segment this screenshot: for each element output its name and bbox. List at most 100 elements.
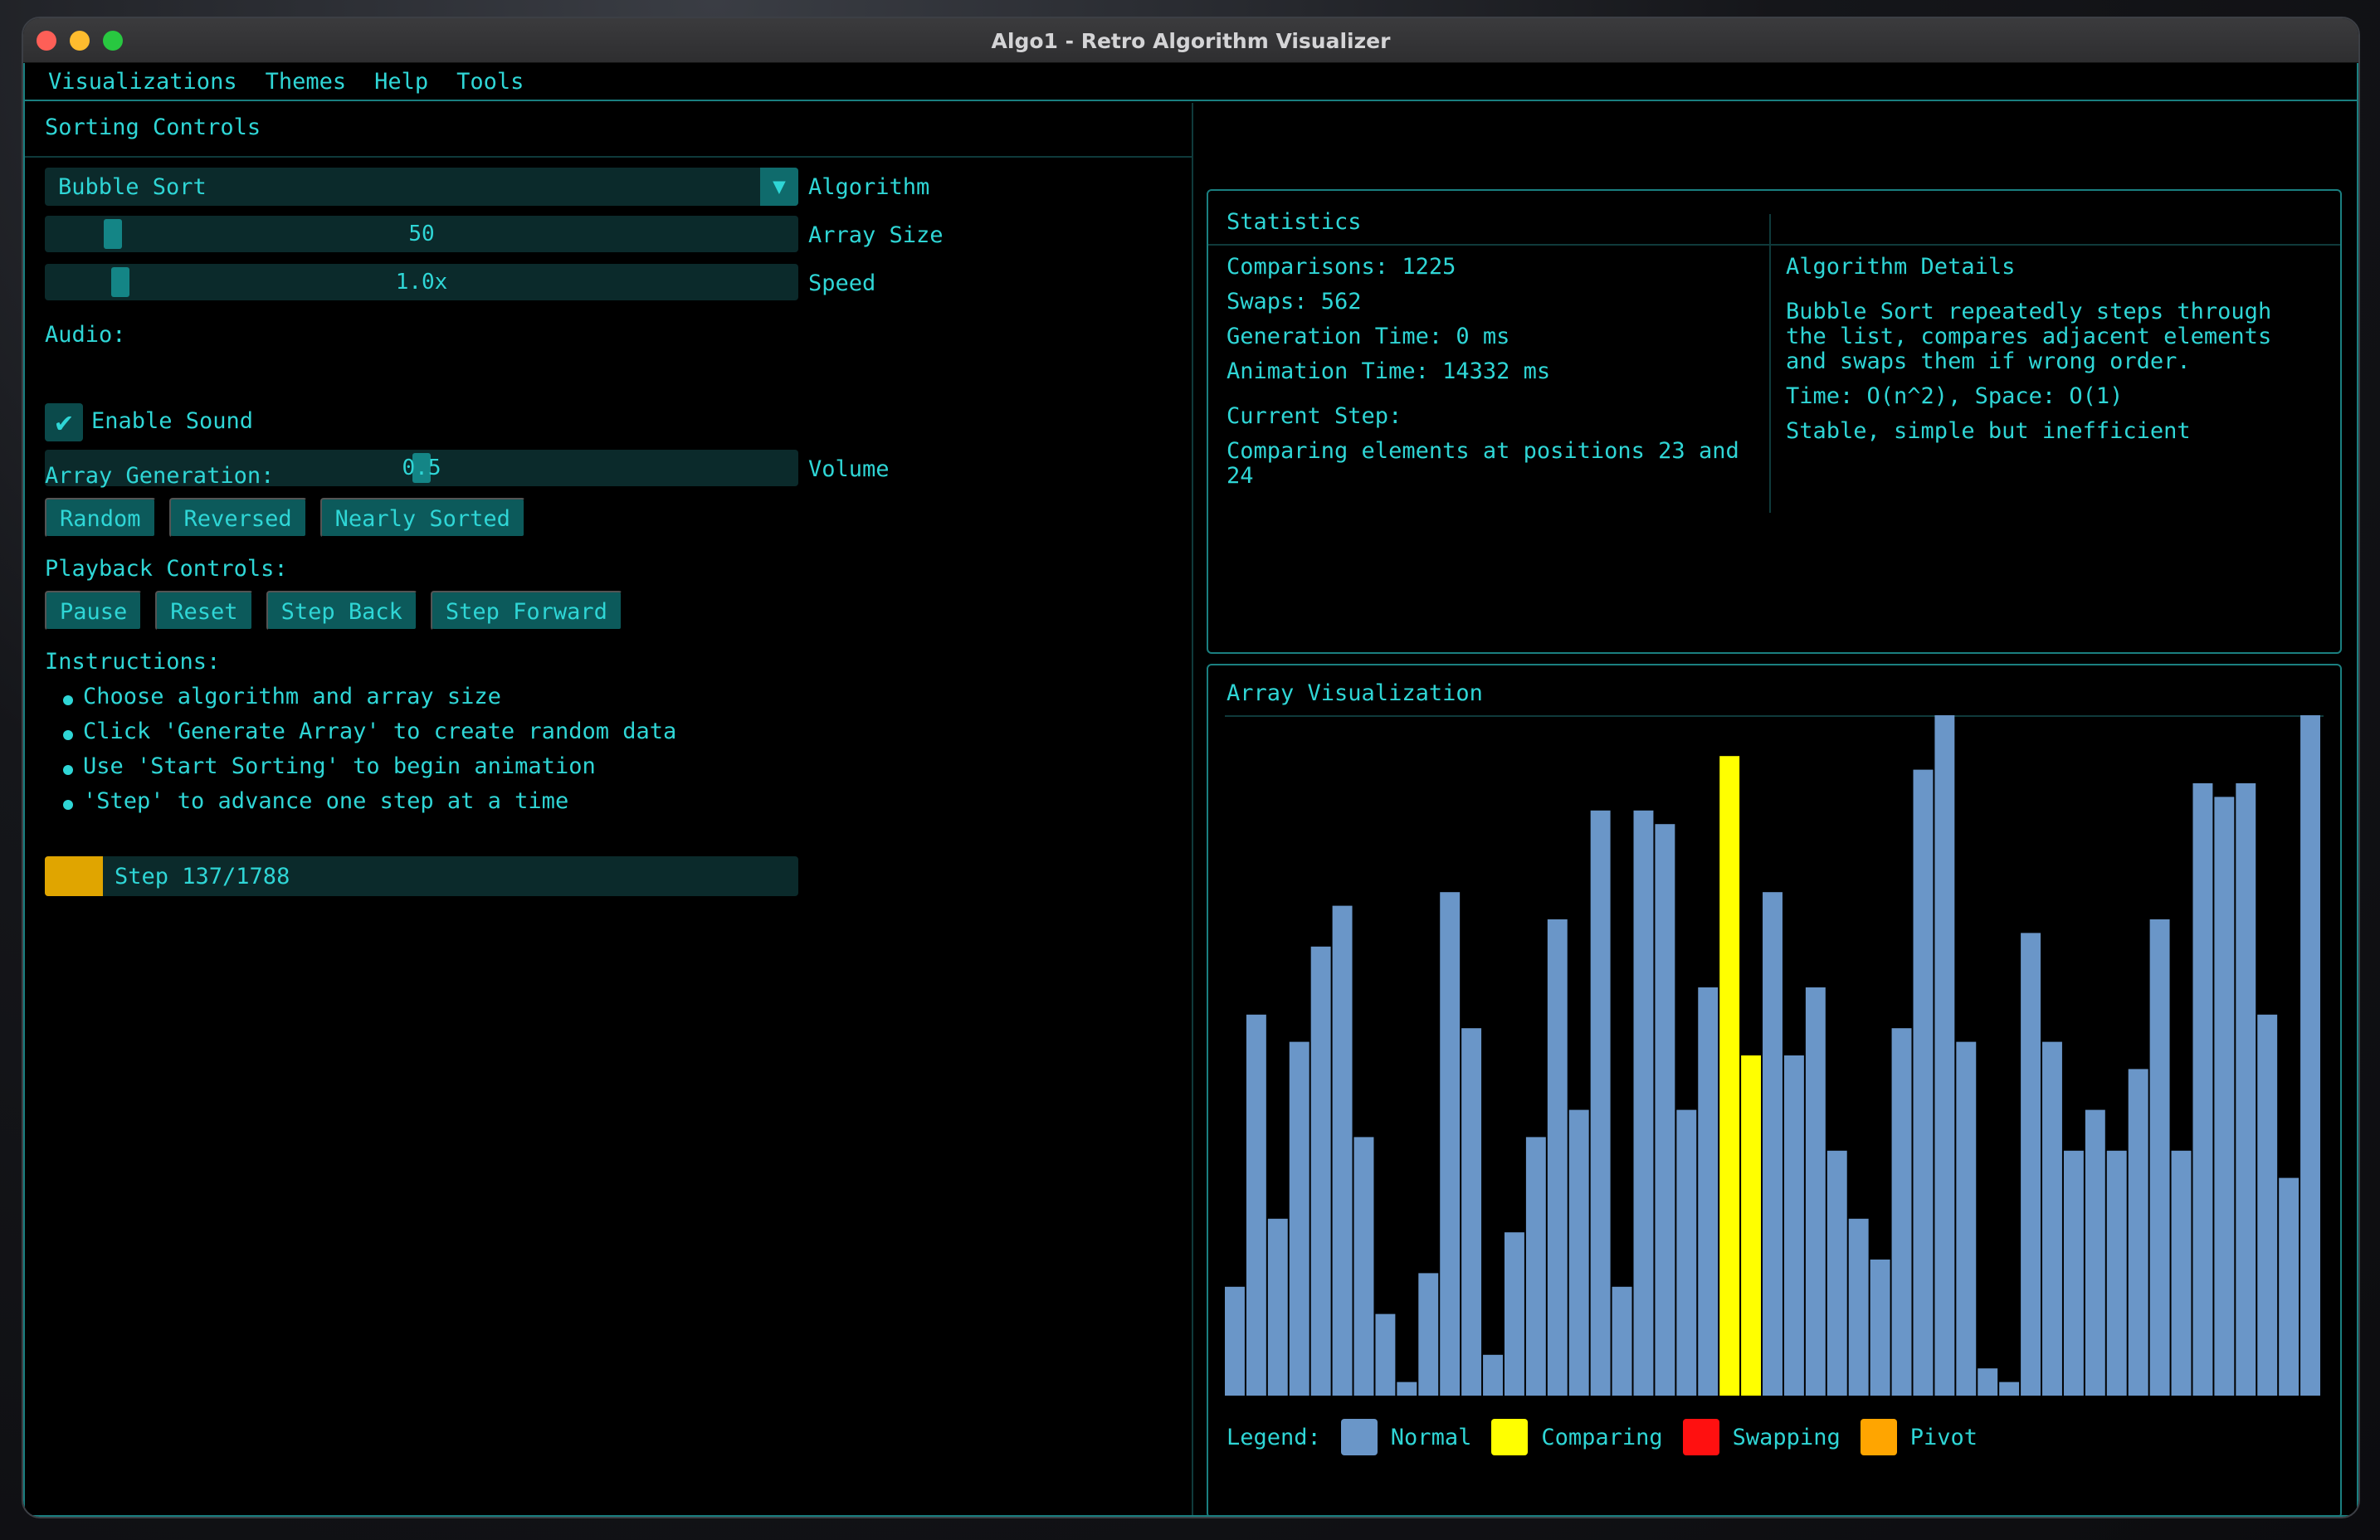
array-bar [1440,892,1461,1396]
legend: Legend: Normal Comparing Swapping Pivot [1227,1419,1978,1455]
nearly-sorted-button[interactable]: Nearly Sorted [319,498,525,538]
array-bar [1375,1313,1396,1396]
legend-swatch-pivot [1860,1419,1897,1455]
array-generation-buttons: Random Reversed Nearly Sorted [45,498,525,538]
current-step-heading: Current Step: [1227,403,1402,429]
checkmark-icon: ✔ [55,406,73,439]
legend-item-normal: Normal [1340,1419,1471,1455]
swaps-stat: Swaps: 562 [1227,289,1362,314]
array-bar [1655,824,1675,1396]
array-bar [1891,1028,1912,1396]
window-title: Algo1 - Retro Algorithm Visualizer [991,29,1391,53]
array-bar [1289,1041,1309,1396]
array-bar [1913,769,1934,1396]
volume-label: Volume [808,456,890,482]
algorithm-note: Stable, simple but inefficient [1786,418,2191,444]
enable-sound-checkbox[interactable]: ✔ [45,403,83,441]
array-bar [2279,1177,2300,1396]
comparisons-stat: Comparisons: 1225 [1227,254,1456,280]
array-bar [2085,1109,2105,1396]
algorithm-description: Bubble Sort repeatedly steps through [1786,299,2272,324]
speed-value: 1.0x [395,270,448,295]
array-bar [1568,1109,1589,1396]
reversed-button[interactable]: Reversed [168,498,307,538]
bullet-icon [63,800,73,810]
instruction-item: Click 'Generate Array' to create random … [83,719,677,744]
array-bar [1978,1368,1998,1396]
array-bar [2106,1150,2127,1396]
array-bar [1612,1286,1632,1396]
algorithm-details-title: Algorithm Details [1786,254,2016,280]
array-size-slider[interactable]: 50 [45,216,798,252]
title-bar[interactable]: Algo1 - Retro Algorithm Visualizer [23,18,2358,63]
array-visualization-title: Array Visualization [1227,680,1483,706]
pause-button[interactable]: Pause [45,591,143,631]
random-button[interactable]: Random [45,498,156,538]
array-bar [1676,1109,1697,1396]
array-bar [1547,919,1568,1396]
array-bar [1956,1041,1977,1396]
array-size-value: 50 [408,222,435,246]
array-visualization-panel: Array Visualization Legend: Normal Compa… [1207,664,2342,1517]
array-bar [1826,1150,1847,1396]
array-bar [1332,905,1353,1396]
legend-swatch-normal [1340,1419,1378,1455]
array-bar [1483,1354,1503,1396]
array-bar [1805,987,1826,1396]
array-bar [1267,1218,1288,1396]
algorithm-select-value: Bubble Sort [58,174,207,200]
audio-heading: Audio: [45,322,126,348]
generation-time-stat: Generation Time: 0 ms [1227,324,1510,349]
array-bar [2128,1069,2148,1396]
playback-buttons: Pause Reset Step Back Step Forward [45,591,622,631]
array-bar [2042,1041,2062,1396]
speed-label: Speed [808,270,876,296]
array-bar [1848,1218,1869,1396]
array-bar [2214,797,2235,1396]
array-bar [1934,715,1955,1396]
algorithm-description: and swaps them if wrong order. [1786,348,2191,374]
speed-slider[interactable]: 1.0x [45,264,798,300]
legend-item-pivot: Pivot [1860,1419,1978,1455]
menu-help[interactable]: Help [374,69,428,95]
array-bar [1698,987,1719,1396]
legend-item-swapping: Swapping [1682,1419,1841,1455]
step-forward-button[interactable]: Step Forward [430,591,622,631]
legend-text-comparing: Comparing [1541,1424,1663,1450]
menu-bar: Visualizations Themes Help Tools [25,63,2357,101]
algorithm-select[interactable]: Bubble Sort ▼ [45,168,798,206]
bullet-icon [63,695,73,705]
instructions-heading: Instructions: [45,649,221,675]
array-bar [2021,933,2041,1396]
array-bar [1590,810,1611,1396]
legend-swatch-comparing [1491,1419,1529,1455]
array-bar-comparing [1741,1055,1762,1396]
playback-heading: Playback Controls: [45,556,288,582]
step-progress-bar: Step 137/1788 [45,856,798,896]
reset-button[interactable]: Reset [155,591,253,631]
chevron-down-icon[interactable]: ▼ [760,168,798,206]
step-progress-text: Step 137/1788 [115,864,290,889]
array-bar [2257,1014,2278,1396]
current-step-text: Comparing elements at positions 23 and [1227,438,1739,464]
array-bar [1310,946,1331,1396]
statistics-title: Statistics [1227,209,1362,235]
array-bar [1246,1014,1266,1396]
array-bar [2192,783,2213,1396]
legend-text-swapping: Swapping [1732,1424,1841,1450]
step-back-button[interactable]: Step Back [266,591,417,631]
array-bar [1525,1137,1546,1396]
step-progress-fill [45,856,103,896]
array-bar [1999,1382,2020,1396]
array-bar-comparing [1719,756,1740,1396]
menu-themes[interactable]: Themes [266,69,347,95]
divider [1208,244,2340,246]
legend-swatch-swapping [1682,1419,1719,1455]
menu-tools[interactable]: Tools [456,69,524,95]
algorithm-label: Algorithm [808,174,930,200]
legend-text-pivot: Pivot [1909,1424,1978,1450]
instruction-item: 'Step' to advance one step at a time [83,788,569,814]
enable-sound-label[interactable]: Enable Sound [91,408,253,434]
menu-visualizations[interactable]: Visualizations [48,69,237,95]
bullet-icon [63,730,73,740]
